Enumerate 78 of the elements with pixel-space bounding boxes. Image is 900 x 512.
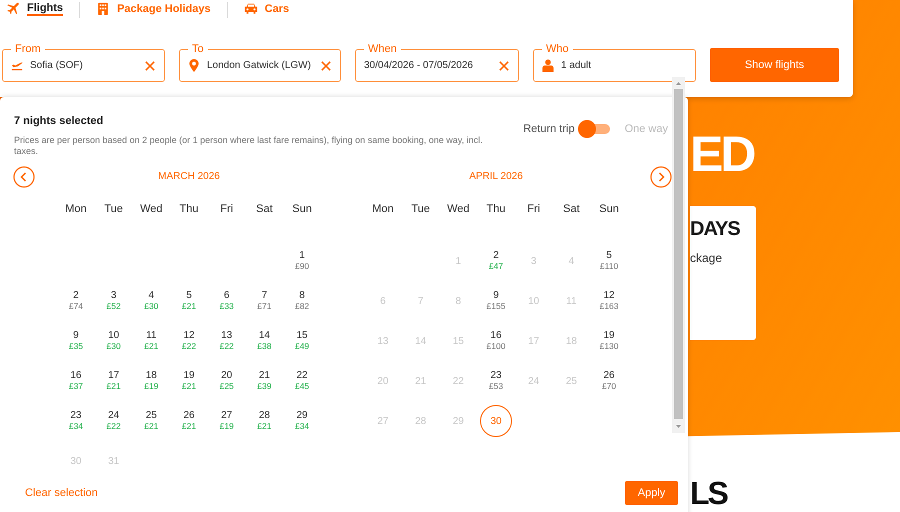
weekday-label: Sun [598,203,620,217]
close-icon[interactable] [145,60,155,70]
calendar-day[interactable]: 27 £19 [220,410,234,432]
calendar-day[interactable]: 23 £34 [68,410,84,432]
calendar-day[interactable]: 13 £22 [220,330,234,352]
trip-option-label[interactable]: Return trip [523,123,575,135]
weekday-label: Thu [486,203,506,217]
weekday-label: Sat [562,203,581,217]
calendar-day[interactable]: 17 £21 [106,370,121,392]
card-title: DAYS [690,218,741,241]
calendar-day[interactable]: 19 £21 [182,370,196,392]
calendar-day[interactable]: 20 £25 [220,370,234,392]
close-icon[interactable] [499,60,509,70]
search-field[interactable]: Who 1 adult [533,41,696,82]
calendar-day[interactable]: 15 £49 [294,330,310,352]
field-value: 30/04/2026 - 07/05/2026 [364,60,474,71]
location-pin-icon [188,59,200,72]
calendar-day[interactable]: 19 £130 [600,330,619,352]
field-value: London Gatwick (LGW) [207,60,312,71]
weekday-label: Fri [526,203,542,217]
calendar-day[interactable]: 21 £39 [257,370,272,392]
calendar-day[interactable]: 25 £21 [144,410,158,432]
calendar-day[interactable]: 16 £37 [68,370,84,392]
weekday-label: Wed [446,203,471,217]
calendar-day[interactable]: 9 £155 [486,290,506,312]
weekday-label: Tue [410,203,431,217]
calendar-day[interactable]: 2 £47 [488,250,504,272]
hero-heading: ED [690,128,754,180]
calendar-day[interactable]: 24 £22 [106,410,121,432]
calendar-day[interactable]: 23 £53 [488,370,504,392]
calendar-day[interactable]: 22 £45 [294,370,310,392]
section-heading: LS [690,476,727,510]
field-value: 1 adult [561,60,592,71]
calendar-day[interactable]: 26 £70 [602,370,616,392]
weekday-label: Mon [371,203,395,217]
weekday-label: Fri [219,203,234,217]
calendar-day[interactable]: 5 £110 [600,250,618,272]
calendar-day[interactable]: 7 £71 [257,290,272,312]
close-icon[interactable] [321,60,331,70]
previous-month-icon[interactable] [13,166,35,188]
nights-selected-title: 7 nights selected [14,115,104,127]
airplane-icon [6,2,20,15]
card-text: ckage [690,251,724,265]
calendar-day[interactable]: 3 £52 [106,290,121,312]
calendar-day[interactable]: 6 £33 [220,290,234,312]
month-title: MARCH 2026 [158,171,220,184]
calendar-day[interactable]: 14 £38 [257,330,272,352]
calendar-day[interactable]: 4 £30 [144,290,158,312]
product-tab[interactable]: Flights [4,0,66,19]
calendar-day[interactable]: 26 £21 [182,410,196,432]
weekday-label: Mon [64,203,88,217]
calendar-day[interactable]: 5 £21 [182,290,196,312]
calendar-day[interactable]: 8 £82 [294,290,310,312]
calendar-day[interactable]: 10 £30 [106,330,121,352]
calendar-day[interactable]: 12 £22 [182,330,196,352]
search-field[interactable]: From Sofia (SOF) [2,41,165,82]
next-month-icon[interactable] [650,166,672,188]
scrollbar[interactable] [672,77,685,433]
calendar-day[interactable]: 28 £21 [257,410,272,432]
calendar-day[interactable]: 2 £74 [68,290,84,312]
weekday-label: Thu [178,203,200,217]
calendar-day[interactable]: 1 £90 [294,250,310,272]
field-value: Sofia (SOF) [30,60,84,71]
price-note: Prices are per person based on 2 people (or 1 person where last fare remains), flying on same booking, one way, incl. taxes. [14,135,484,157]
calendar-day[interactable]: 9 £35 [68,330,84,352]
search-field[interactable]: When 30/04/2026 - 07/05/2026 [355,41,519,82]
weekday-label: Sat [255,203,274,217]
person-icon [542,59,554,72]
calendar-day[interactable]: 29 £34 [294,410,310,432]
calendar-day[interactable]: 11 £21 [144,330,158,352]
weekday-label: Wed [139,203,164,217]
month-title: APRIL 2026 [469,171,523,184]
calendar-day[interactable]: 12 £163 [600,290,619,312]
weekday-label: Tue [103,203,124,217]
weekday-label: Sun [291,203,313,217]
calendar-day[interactable]: 18 £19 [144,370,158,392]
calendar-day[interactable]: 16 £100 [486,330,506,352]
search-field[interactable]: To London Gatwick (LGW) [179,41,341,82]
